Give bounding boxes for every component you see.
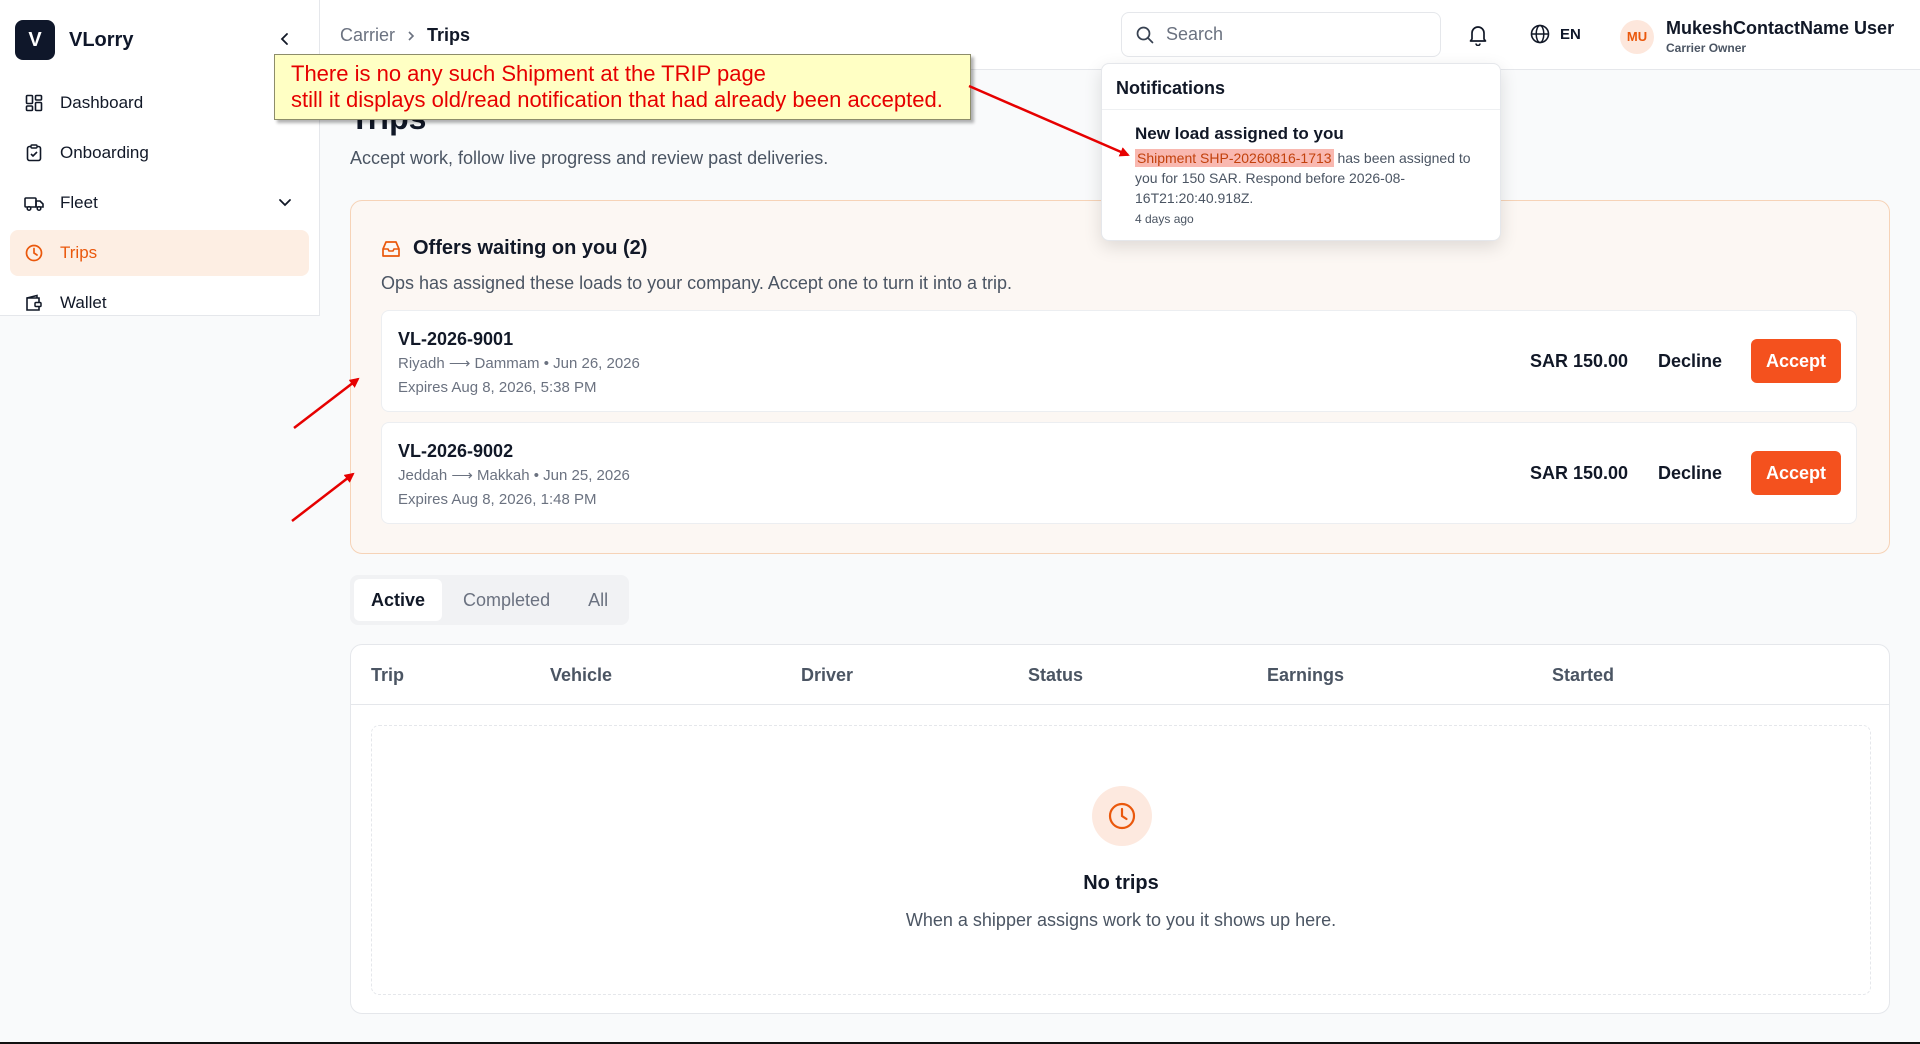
sidebar-item-dashboard[interactable]: Dashboard — [10, 80, 309, 126]
sidebar-item-trips[interactable]: Trips — [10, 230, 309, 276]
user-role: Carrier Owner — [1666, 41, 1747, 55]
chevron-left-icon — [280, 33, 288, 45]
trip-tabs: Active Completed All — [350, 575, 630, 625]
empty-description: When a shipper assigns work to you it sh… — [905, 910, 1337, 930]
chevron-right-icon — [408, 30, 415, 41]
sidebar-item-label: Wallet — [60, 293, 107, 312]
trips-table: Trip Vehicle Driver Status Earnings Star… — [350, 644, 1890, 1014]
language-switcher[interactable]: EN — [1530, 24, 1581, 44]
offer-id: VL-2026-9002 — [398, 441, 514, 461]
offer-route: Riyadh ⟶ Dammam • Jun 26, 2026 — [398, 355, 640, 372]
brand-name: VLorry — [69, 28, 134, 51]
table-header: Trip Vehicle Driver Status Earnings Star… — [351, 645, 1889, 705]
wallet-icon — [24, 293, 44, 313]
dashboard-icon — [24, 93, 44, 113]
brand-logo: V — [15, 20, 55, 60]
accept-button[interactable]: Accept — [1751, 451, 1841, 495]
offer-card: VL-2026-9001 Riyadh ⟶ Dammam • Jun 26, 2… — [381, 310, 1857, 412]
sidebar-item-label: Fleet — [60, 193, 98, 212]
bell-icon — [1469, 26, 1487, 47]
tab-active[interactable]: Active — [354, 579, 443, 621]
annotation-callout: There is no any such Shipment at the TRI… — [274, 54, 971, 120]
notification-body[interactable]: Shipment SHP-20260816-1713 has been assi… — [1135, 148, 1495, 208]
empty-state: No trips When a shipper assigns work to … — [371, 725, 1871, 995]
sidebar-empty-area — [0, 316, 320, 1044]
avatar: MU — [1620, 19, 1654, 54]
decline-button[interactable]: Decline — [1658, 351, 1722, 372]
column-header-driver[interactable]: Driver — [801, 665, 853, 686]
column-header-trip[interactable]: Trip — [371, 665, 404, 686]
sidebar-item-fleet[interactable]: Fleet — [10, 180, 309, 226]
inbox-icon — [382, 240, 400, 257]
offer-price: SAR 150.00 — [1529, 351, 1628, 371]
search-input[interactable] — [1166, 24, 1416, 45]
brand[interactable]: V VLorry — [15, 20, 133, 60]
offer-price: SAR 150.00 — [1529, 463, 1628, 483]
offers-panel: Offers waiting on you (2) Ops has assign… — [350, 200, 1890, 554]
decline-button[interactable]: Decline — [1658, 463, 1722, 484]
empty-title: No trips — [1083, 872, 1159, 894]
offer-expiry: Expires Aug 8, 2026, 5:38 PM — [398, 379, 597, 396]
offers-heading-text: Offers waiting on you (2) — [413, 237, 648, 259]
column-header-started[interactable]: Started — [1552, 665, 1614, 686]
offer-card: VL-2026-9002 Jeddah ⟶ Makkah • Jun 25, 2… — [381, 422, 1857, 524]
offer-id: VL-2026-9001 — [398, 329, 514, 349]
clock-icon — [1092, 786, 1152, 846]
offers-description: Ops has assigned these loads to your com… — [381, 273, 1013, 293]
clipboard-icon — [24, 143, 44, 163]
breadcrumb-carrier[interactable]: Carrier — [340, 25, 395, 46]
annotation-line-1: There is no any such Shipment at the TRI… — [291, 61, 766, 86]
clock-icon — [24, 243, 44, 263]
offer-route: Jeddah ⟶ Makkah • Jun 25, 2026 — [398, 467, 630, 484]
divider — [1102, 109, 1500, 110]
notifications-button[interactable] — [1468, 24, 1488, 51]
user-name: MukeshContactName User — [1666, 18, 1895, 38]
column-header-status[interactable]: Status — [1028, 665, 1083, 686]
highlighted-shipment-id: Shipment SHP-20260816-1713 — [1135, 149, 1334, 167]
column-header-earnings[interactable]: Earnings — [1267, 665, 1344, 686]
notification-title[interactable]: New load assigned to you — [1135, 124, 1344, 144]
breadcrumb: Carrier Trips — [340, 25, 470, 46]
annotation-line-2: still it displays old/read notification … — [291, 87, 943, 112]
globe-icon — [1530, 24, 1550, 44]
page-subtitle: Accept work, follow live progress and re… — [350, 148, 829, 168]
offer-expiry: Expires Aug 8, 2026, 1:48 PM — [398, 491, 597, 508]
notifications-heading: Notifications — [1116, 78, 1226, 98]
language-label: EN — [1560, 25, 1581, 43]
sidebar: V VLorry Dashboard Onboarding Fleet Trip… — [0, 0, 320, 316]
notification-time: 4 days ago — [1135, 212, 1194, 226]
collapse-sidebar-button[interactable] — [274, 28, 296, 50]
sidebar-item-onboarding[interactable]: Onboarding — [10, 130, 309, 176]
sidebar-item-label: Onboarding — [60, 143, 149, 162]
sidebar-item-label: Dashboard — [60, 93, 144, 112]
user-menu[interactable]: MU MukeshContactName User Carrier Owner — [1620, 18, 1894, 55]
tab-all[interactable]: All — [571, 579, 625, 621]
accept-button[interactable]: Accept — [1751, 339, 1841, 383]
chevron-down-icon — [279, 199, 291, 207]
sidebar-item-label: Trips — [60, 243, 98, 262]
column-header-vehicle[interactable]: Vehicle — [550, 665, 612, 686]
search-icon — [1136, 26, 1154, 43]
truck-icon — [24, 193, 44, 213]
search-box[interactable] — [1121, 12, 1441, 57]
notifications-dropdown: Notifications New load assigned to you S… — [1101, 63, 1501, 241]
offers-heading: Offers waiting on you (2) — [381, 237, 647, 260]
tab-completed[interactable]: Completed — [446, 579, 567, 621]
breadcrumb-trips: Trips — [427, 25, 471, 45]
sidebar-nav: Dashboard Onboarding Fleet Trips Wallet — [10, 80, 309, 330]
